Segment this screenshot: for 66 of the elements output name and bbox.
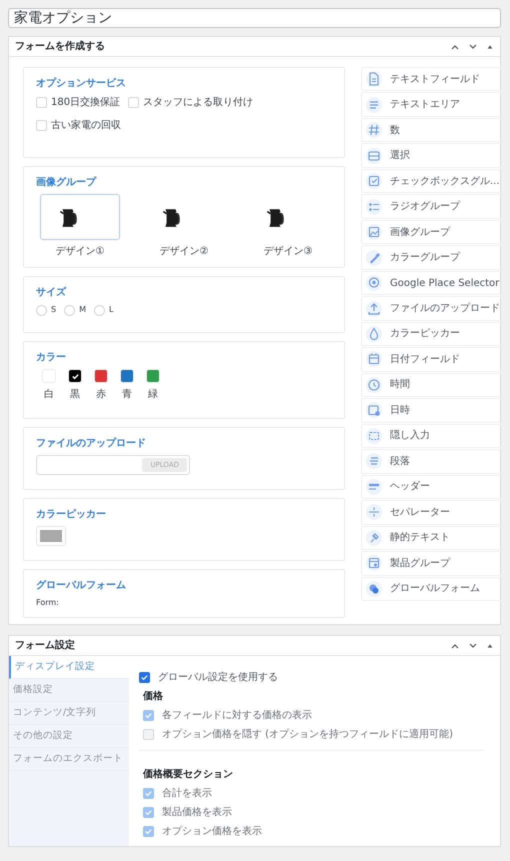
swatch-label: 黒 <box>70 388 80 402</box>
color-swatch[interactable] <box>68 369 82 383</box>
field-label: サイズ <box>36 286 68 300</box>
radio-label: S <box>51 304 56 316</box>
image-option[interactable] <box>40 194 120 240</box>
radio-label: L <box>108 304 114 316</box>
checkbox-label: 180日交換保証 <box>51 96 120 110</box>
checkbox[interactable] <box>139 672 150 683</box>
field-label: カラーピッカー <box>36 508 107 522</box>
image-caption: デザイン② <box>160 245 208 259</box>
select-box-icon <box>366 148 382 164</box>
radio-button[interactable] <box>64 304 76 316</box>
list-icon <box>366 198 382 215</box>
checkbox-label: 各フィールドに対する価格の表示 <box>162 708 312 723</box>
clock-icon <box>366 376 382 393</box>
field-label: カラー <box>36 351 67 365</box>
swatch-label: 緑 <box>148 388 158 402</box>
product-box-icon <box>366 555 382 572</box>
field-label: グローバルフォーム <box>36 579 127 593</box>
move-down-icon[interactable] <box>468 42 478 52</box>
separator-icon <box>366 504 382 520</box>
dashed-box-icon <box>366 428 382 444</box>
form-label: Form: <box>36 597 60 609</box>
image-icon <box>366 224 382 240</box>
panel-title: フォーム設定 <box>15 638 75 653</box>
section-heading: 価格 <box>142 690 164 704</box>
title-field[interactable]: 家電オプション <box>8 8 501 28</box>
color-swatch[interactable] <box>146 369 160 383</box>
upload-icon <box>366 300 382 316</box>
radio-button[interactable] <box>36 304 47 316</box>
checkbox-label: スタッフによる取り付け <box>143 96 254 110</box>
checkbox-label: 古い家電の回収 <box>51 118 121 133</box>
swatch-label: 赤 <box>96 388 106 402</box>
check-icon <box>70 372 80 380</box>
heading-icon <box>366 478 382 495</box>
checkbox-label: グローバル設定を使用する <box>158 670 278 685</box>
swatch-label: 青 <box>122 388 132 402</box>
panel-title: フォームを作成する <box>15 40 105 54</box>
section-heading: 価格概要セクション <box>142 768 234 782</box>
checkbox-icon <box>366 173 382 190</box>
image-caption: デザイン③ <box>264 245 312 259</box>
color-swatch[interactable] <box>94 369 108 383</box>
droplet-icon <box>366 326 382 342</box>
move-down-icon[interactable] <box>468 640 478 650</box>
location-pin-icon <box>366 275 382 292</box>
dropper-icon <box>366 250 382 266</box>
checkbox-label: 合計を表示 <box>162 786 212 801</box>
image-caption: デザイン① <box>56 245 104 259</box>
hash-icon <box>366 122 382 138</box>
check-icon <box>140 673 149 682</box>
field-label: ファイルのアップロード <box>36 436 147 451</box>
lines-icon <box>366 96 382 113</box>
field-label: 画像グループ <box>36 175 98 190</box>
calendar-icon <box>366 351 382 368</box>
checkbox-label: オプション価格を表示 <box>162 824 262 839</box>
swatch-label: 白 <box>44 388 54 402</box>
radio-label: M <box>79 304 86 316</box>
checkbox-label: オプション価格を隠す (オプションを持つフィールドに適用可能) <box>162 728 453 742</box>
field-label: オプションサービス <box>36 76 127 91</box>
layers-icon <box>366 580 382 597</box>
paragraph-icon <box>366 453 382 470</box>
radio-button[interactable] <box>94 304 105 316</box>
checkbox-label: 製品価格を表示 <box>162 806 232 820</box>
color-swatch[interactable] <box>120 369 134 383</box>
document-icon <box>366 71 382 88</box>
color-picker[interactable] <box>36 526 66 546</box>
